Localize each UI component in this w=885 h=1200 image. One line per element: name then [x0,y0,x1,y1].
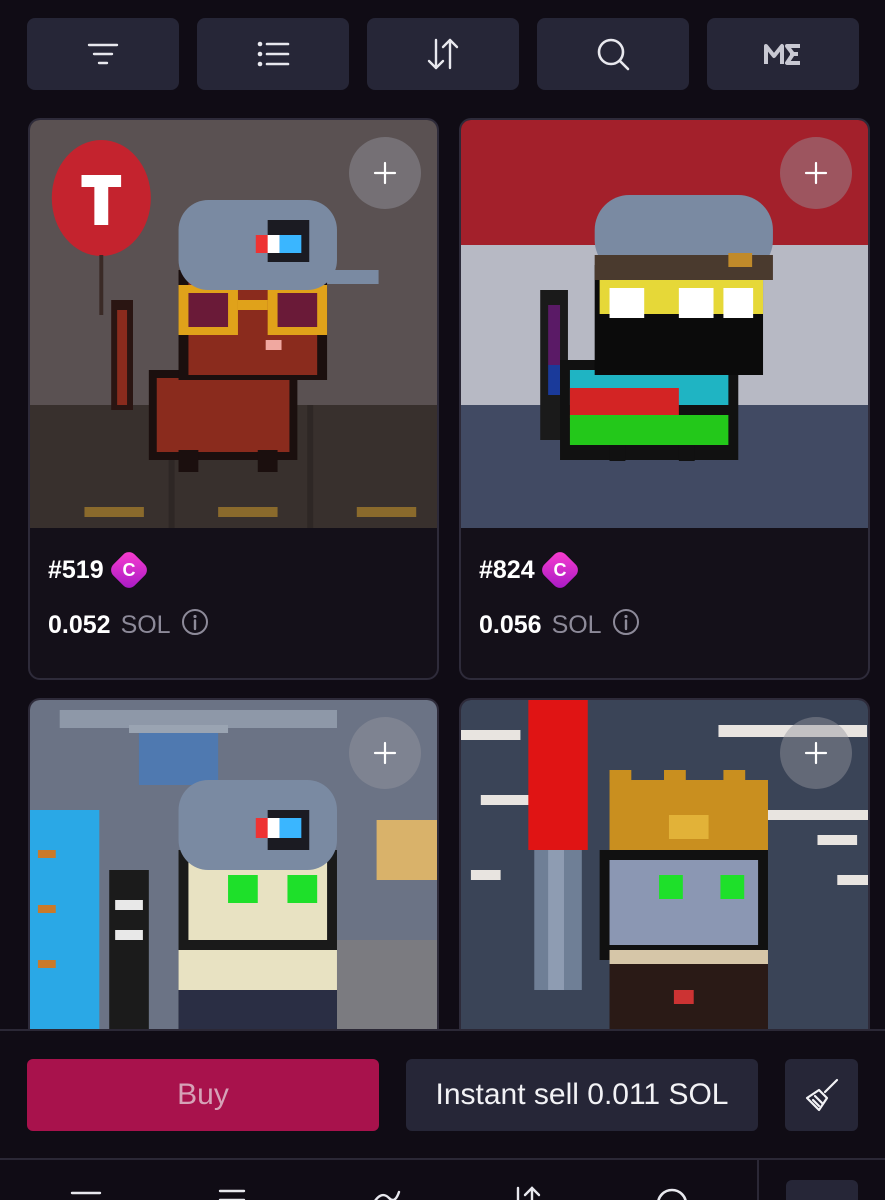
search-button[interactable] [537,18,689,90]
plus-icon [373,161,397,185]
listing-card[interactable] [459,698,870,1030]
listing-grid: #519 C 0.052 SOL #824 C 0.056 SOL [28,118,871,1030]
activity-nav-icon[interactable] [365,1182,405,1200]
sweep-button[interactable] [785,1059,858,1131]
bottom-nav [0,1160,885,1200]
plus-icon [804,161,828,185]
listing-meta: #824 C 0.056 SOL [461,528,868,678]
action-bar: Buy Instant sell 0.011 SOL [0,1031,885,1160]
search-nav-icon[interactable] [652,1182,692,1200]
listing-name: #519 [48,555,104,584]
broom-icon [805,1078,838,1112]
add-to-cart-button[interactable] [349,717,421,789]
add-to-cart-button[interactable] [780,717,852,789]
filter-nav-icon[interactable] [66,1182,106,1200]
listing-price: 0.056 [479,611,542,639]
nav-action-button[interactable] [786,1180,858,1200]
instant-sell-button[interactable]: Instant sell 0.011 SOL [406,1059,758,1131]
plus-icon [373,741,397,765]
collection-badge: C [107,548,150,592]
add-to-cart-button[interactable] [780,137,852,209]
sort-nav-icon[interactable] [505,1182,545,1200]
listing-card[interactable] [28,698,439,1030]
nft-image [30,700,437,1030]
nft-image [461,700,868,1030]
nft-image [30,120,437,528]
listing-card[interactable]: #519 C 0.052 SOL [28,118,439,680]
magic-eden-logo-icon [764,44,800,65]
toolbar [27,18,859,90]
listing-name: #824 [479,555,535,584]
price-unit: SOL [120,611,171,639]
sort-icon [427,38,459,70]
divider [757,1160,759,1200]
price-unit: SOL [551,611,602,639]
listing-card[interactable]: #824 C 0.056 SOL [459,118,870,680]
filter-button[interactable] [27,18,179,90]
magic-eden-button[interactable] [707,18,859,90]
search-icon [597,38,630,71]
buy-button[interactable]: Buy [27,1059,379,1131]
info-icon[interactable] [612,608,640,643]
info-icon[interactable] [181,608,209,643]
list-view-icon [257,41,290,67]
plus-icon [804,741,828,765]
collection-badge: C [538,548,581,592]
listing-price: 0.052 [48,611,111,639]
sort-button[interactable] [367,18,519,90]
list-view-button[interactable] [197,18,349,90]
listing-meta: #519 C 0.052 SOL [30,528,437,678]
add-to-cart-button[interactable] [349,137,421,209]
list-nav-icon[interactable] [212,1182,252,1200]
filter-icon [87,43,119,65]
nft-image [461,120,868,528]
